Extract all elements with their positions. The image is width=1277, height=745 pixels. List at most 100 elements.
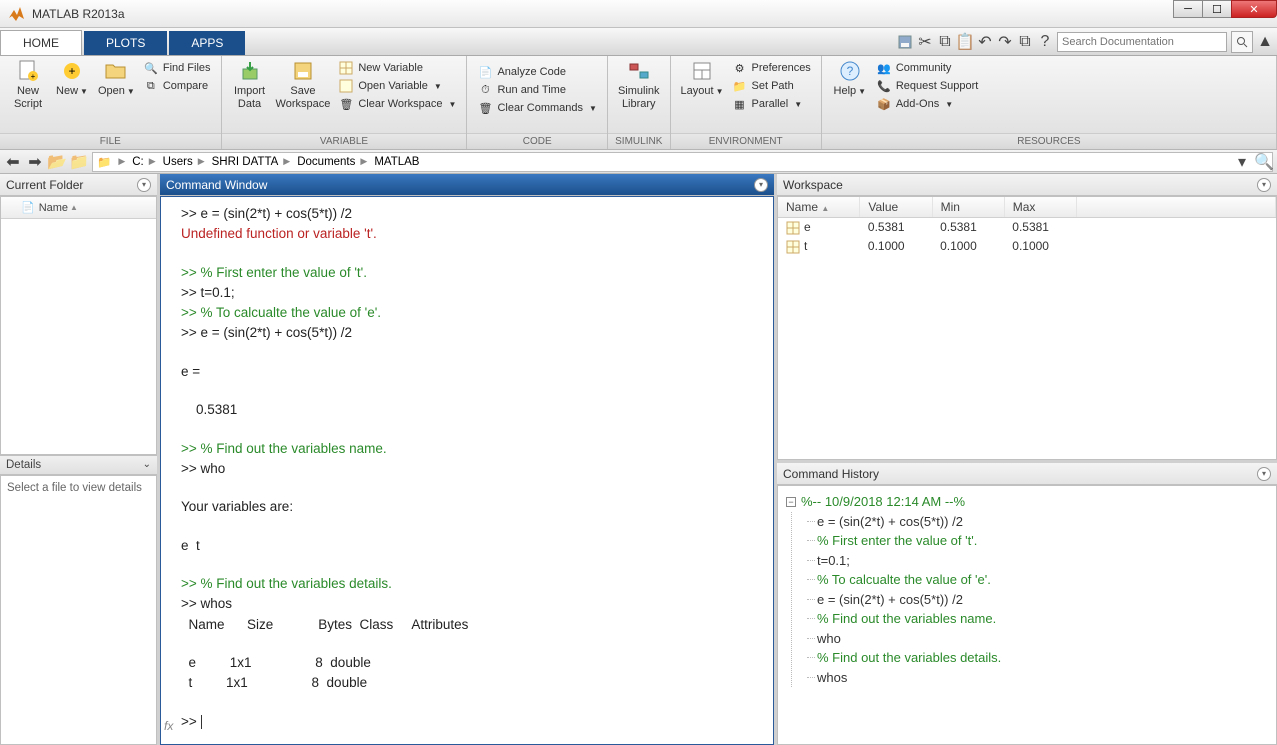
window-controls: ─ ☐ ✕ xyxy=(1174,0,1277,18)
workspace-row[interactable]: t 0.10000.10000.1000 xyxy=(778,237,1276,256)
close-button[interactable]: ✕ xyxy=(1231,0,1277,18)
save-icon[interactable] xyxy=(897,34,913,50)
folder-name-column[interactable]: 📄 Name ▲ xyxy=(1,197,156,219)
new-variable-button[interactable]: New Variable xyxy=(338,60,456,76)
switch-windows-icon[interactable]: ⧉ xyxy=(1017,34,1033,50)
undo-icon[interactable]: ↶ xyxy=(977,34,993,50)
search-input[interactable] xyxy=(1057,32,1227,52)
pane-options-icon[interactable]: ▾ xyxy=(137,178,151,192)
layout-button[interactable]: Layout▼ xyxy=(677,58,728,100)
import-data-button[interactable]: Import Data xyxy=(228,58,272,113)
find-files-icon: 🔍 xyxy=(143,60,159,76)
preferences-button[interactable]: ⚙Preferences xyxy=(732,60,811,76)
path-search-icon[interactable]: 🔍 xyxy=(1255,153,1273,171)
parallel-button[interactable]: ▦Parallel▼ xyxy=(732,96,811,112)
ribbon-group-code: 📄Analyze Code ⏱Run and Time 🗑Clear Comma… xyxy=(467,56,608,149)
simulink-icon xyxy=(628,60,650,82)
compare-button[interactable]: ⧉Compare xyxy=(143,78,211,94)
tab-apps[interactable]: APPS xyxy=(169,31,245,55)
details-message: Select a file to view details xyxy=(0,475,157,745)
workspace-header[interactable]: Workspace▾ xyxy=(777,174,1277,196)
tree-toggle-icon[interactable]: − xyxy=(786,497,796,507)
run-time-button[interactable]: ⏱Run and Time xyxy=(477,82,597,98)
breadcrumb[interactable]: 📁 ▶C: ▶Users ▶SHRI DATTA ▶Documents ▶MAT… xyxy=(92,152,1273,172)
command-window[interactable]: >> e = (sin(2*t) + cos(5*t)) /2 Undefine… xyxy=(160,196,774,745)
redo-icon[interactable]: ↷ xyxy=(997,34,1013,50)
history-item[interactable]: who xyxy=(816,629,1268,649)
fx-icon[interactable]: fx xyxy=(164,718,173,734)
workspace-row[interactable]: e 0.53810.53810.5381 xyxy=(778,218,1276,237)
gear-icon: ⚙ xyxy=(732,60,748,76)
path-dropdown-icon[interactable]: ▾ xyxy=(1233,153,1251,171)
open-button[interactable]: Open▼ xyxy=(94,58,139,100)
cut-icon[interactable]: ✂ xyxy=(917,34,933,50)
pane-options-icon[interactable]: ▾ xyxy=(1257,467,1271,481)
paste-icon[interactable]: 📋 xyxy=(957,34,973,50)
history-item[interactable]: % Find out the variables details. xyxy=(816,648,1268,668)
ribbon-group-file: +New Script +New▼ Open▼ 🔍Find Files ⧉Com… xyxy=(0,56,222,149)
command-history[interactable]: −%-- 10/9/2018 12:14 AM --% e = (sin(2*t… xyxy=(777,485,1277,745)
command-history-pane: Command History▾ −%-- 10/9/2018 12:14 AM… xyxy=(777,460,1277,745)
command-history-header[interactable]: Command History▾ xyxy=(777,463,1277,485)
analyze-code-button[interactable]: 📄Analyze Code xyxy=(477,64,597,80)
save-workspace-button[interactable]: Save Workspace xyxy=(272,58,335,113)
simulink-library-button[interactable]: Simulink Library xyxy=(614,58,664,113)
address-bar: ⬅ ➡ 📂 📁 📁 ▶C: ▶Users ▶SHRI DATTA ▶Docume… xyxy=(0,150,1277,174)
open-variable-button[interactable]: Open Variable▼ xyxy=(338,78,456,94)
back-icon[interactable]: ⬅ xyxy=(4,153,22,171)
search-button[interactable] xyxy=(1231,31,1253,53)
tabstrip: HOME PLOTS APPS ✂ ⧉ 📋 ↶ ↷ ⧉ ? ▲ xyxy=(0,28,1277,56)
up-folder-icon[interactable]: 📂 xyxy=(48,153,66,171)
request-support-button[interactable]: 📞Request Support xyxy=(876,78,979,94)
history-item[interactable]: e = (sin(2*t) + cos(5*t)) /2 xyxy=(816,590,1268,610)
new-variable-icon xyxy=(338,60,354,76)
workspace-col-name[interactable]: Name ▲ xyxy=(778,197,860,218)
details-header[interactable]: Details⌄ xyxy=(0,455,157,475)
maximize-button[interactable]: ☐ xyxy=(1202,0,1232,18)
forward-icon[interactable]: ➡ xyxy=(26,153,44,171)
minimize-ribbon-icon[interactable]: ▲ xyxy=(1257,34,1273,50)
minimize-button[interactable]: ─ xyxy=(1173,0,1203,18)
history-item[interactable]: % To calcualte the value of 'e'. xyxy=(816,570,1268,590)
new-button[interactable]: +New▼ xyxy=(50,58,94,100)
ribbon-group-environment: Layout▼ ⚙Preferences 📁Set Path ▦Parallel… xyxy=(671,56,822,149)
community-button[interactable]: 👥Community xyxy=(876,60,979,76)
support-icon: 📞 xyxy=(876,78,892,94)
tab-plots[interactable]: PLOTS xyxy=(84,31,167,55)
pane-options-icon[interactable]: ▾ xyxy=(1257,178,1271,192)
history-item[interactable]: % Find out the variables name. xyxy=(816,609,1268,629)
new-script-button[interactable]: +New Script xyxy=(6,58,50,113)
parallel-icon: ▦ xyxy=(732,96,748,112)
history-item[interactable]: whos xyxy=(816,668,1268,688)
workspace-col-value[interactable]: Value xyxy=(860,197,932,218)
open-variable-icon xyxy=(338,78,354,94)
workspace-col-max[interactable]: Max xyxy=(1004,197,1076,218)
clear-workspace-button[interactable]: 🗑Clear Workspace▼ xyxy=(338,96,456,112)
help-icon[interactable]: ? xyxy=(1037,34,1053,50)
ribbon: +New Script +New▼ Open▼ 🔍Find Files ⧉Com… xyxy=(0,56,1277,150)
titlebar: MATLAB R2013a ─ ☐ ✕ xyxy=(0,0,1277,28)
pane-options-icon[interactable]: ▾ xyxy=(754,178,768,192)
matlab-logo-icon xyxy=(6,4,26,24)
command-window-header[interactable]: Command Window▾ xyxy=(160,174,774,196)
tab-home[interactable]: HOME xyxy=(0,30,82,55)
variable-icon xyxy=(786,221,800,235)
current-folder-header[interactable]: Current Folder▾ xyxy=(0,174,157,196)
copy-icon[interactable]: ⧉ xyxy=(937,34,953,50)
history-item[interactable]: e = (sin(2*t) + cos(5*t)) /2 xyxy=(816,512,1268,532)
ribbon-group-resources: ?Help▼ 👥Community 📞Request Support 📦Add-… xyxy=(822,56,1277,149)
help-icon: ? xyxy=(839,60,861,82)
clear-commands-button[interactable]: 🗑Clear Commands▼ xyxy=(477,100,597,116)
addons-button[interactable]: 📦Add-Ons▼ xyxy=(876,96,979,112)
find-files-button[interactable]: 🔍Find Files xyxy=(143,60,211,76)
history-item[interactable]: % First enter the value of 't'. xyxy=(816,531,1268,551)
workspace-col-min[interactable]: Min xyxy=(932,197,1004,218)
svg-text:+: + xyxy=(68,64,75,78)
set-path-button[interactable]: 📁Set Path xyxy=(732,78,811,94)
browse-icon[interactable]: 📁 xyxy=(70,153,88,171)
history-item[interactable]: t=0.1; xyxy=(816,551,1268,571)
clear-workspace-icon: 🗑 xyxy=(338,96,354,112)
clear-commands-icon: 🗑 xyxy=(477,100,493,116)
help-button[interactable]: ?Help▼ xyxy=(828,58,872,100)
ribbon-group-simulink: Simulink Library SIMULINK xyxy=(608,56,671,149)
